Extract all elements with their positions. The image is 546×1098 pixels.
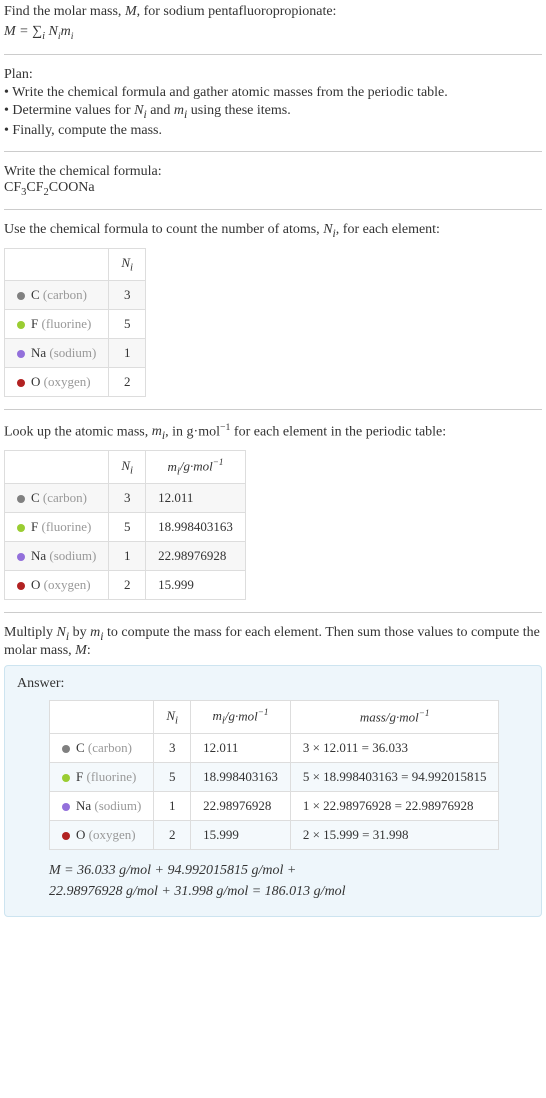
divider	[4, 612, 542, 613]
element-dot-icon	[17, 524, 25, 532]
count-section: Use the chemical formula to count the nu…	[4, 222, 542, 396]
m-cell: 12.011	[191, 733, 291, 762]
table-row: O (oxygen) 2 15.999	[5, 571, 246, 600]
intro-formula: M = ∑i Nimi	[4, 24, 542, 42]
element-cell: C (carbon)	[5, 280, 109, 309]
mass-heading: Look up the atomic mass, mi, in g·mol−1 …	[4, 422, 542, 442]
answer-header-ni: Ni	[154, 700, 191, 733]
n-cell: 3	[109, 484, 146, 513]
mass-header-blank	[5, 451, 109, 484]
element-cell: O (oxygen)	[5, 571, 109, 600]
table-row: Na (sodium) 1 22.98976928	[5, 542, 246, 571]
table-row: Na (sodium) 1 22.98976928 1 × 22.9897692…	[50, 791, 499, 820]
n-cell: 1	[109, 338, 146, 367]
n-cell: 2	[109, 571, 146, 600]
element-dot-icon	[17, 379, 25, 387]
table-row: F (fluorine) 5	[5, 309, 146, 338]
table-row: Na (sodium) 1	[5, 338, 146, 367]
divider	[4, 54, 542, 55]
final-result: M = 36.033 g/mol + 94.992015815 g/mol + …	[49, 860, 529, 902]
element-cell: O (oxygen)	[5, 367, 109, 396]
chem-formula-heading: Write the chemical formula:	[4, 164, 542, 180]
table-row: F (fluorine) 5 18.998403163	[5, 513, 246, 542]
table-row: C (carbon) 3	[5, 280, 146, 309]
mass-table: Ni mi/g·mol−1 C (carbon) 3 12.011 F (flu…	[4, 450, 246, 600]
element-cell: O (oxygen)	[50, 820, 154, 849]
plan-heading: Plan:	[4, 67, 542, 83]
table-row: F (fluorine) 5 18.998403163 5 × 18.99840…	[50, 762, 499, 791]
element-cell: F (fluorine)	[5, 309, 109, 338]
n-cell: 5	[154, 762, 191, 791]
element-dot-icon	[62, 803, 70, 811]
m-cell: 12.011	[146, 484, 246, 513]
element-cell: Na (sodium)	[5, 338, 109, 367]
count-heading: Use the chemical formula to count the nu…	[4, 222, 542, 240]
divider	[4, 209, 542, 210]
element-dot-icon	[17, 582, 25, 590]
element-dot-icon	[17, 495, 25, 503]
n-cell: 2	[109, 367, 146, 396]
chem-formula: CF3CF2COONa	[4, 180, 542, 198]
mass-section: Look up the atomic mass, mi, in g·mol−1 …	[4, 422, 542, 600]
m-cell: 22.98976928	[146, 542, 246, 571]
plan-item: Write the chemical formula and gather at…	[4, 85, 542, 101]
answer-header-mass: mass/g·mol−1	[290, 700, 499, 733]
element-dot-icon	[17, 350, 25, 358]
element-cell: F (fluorine)	[50, 762, 154, 791]
n-cell: 1	[154, 791, 191, 820]
m-cell: 18.998403163	[146, 513, 246, 542]
n-cell: 5	[109, 309, 146, 338]
mass-cell: 5 × 18.998403163 = 94.992015815	[290, 762, 499, 791]
element-cell: F (fluorine)	[5, 513, 109, 542]
divider	[4, 151, 542, 152]
intro-section: Find the molar mass, M, for sodium penta…	[4, 4, 542, 42]
element-cell: Na (sodium)	[5, 542, 109, 571]
count-header-blank	[5, 249, 109, 281]
element-dot-icon	[17, 553, 25, 561]
count-table: Ni C (carbon) 3 F (fluorine) 5 Na (sodiu…	[4, 248, 146, 397]
n-cell: 3	[154, 733, 191, 762]
element-dot-icon	[17, 292, 25, 300]
element-cell: C (carbon)	[50, 733, 154, 762]
table-row: C (carbon) 3 12.011 3 × 12.011 = 36.033	[50, 733, 499, 762]
mass-cell: 2 × 15.999 = 31.998	[290, 820, 499, 849]
mass-cell: 3 × 12.011 = 36.033	[290, 733, 499, 762]
answer-box: Answer: Ni mi/g·mol−1 mass/g·mol−1 C (ca…	[4, 665, 542, 917]
element-dot-icon	[62, 774, 70, 782]
multiply-heading: Multiply Ni by mi to compute the mass fo…	[4, 625, 542, 659]
mass-header-ni: Ni	[109, 451, 146, 484]
divider	[4, 409, 542, 410]
table-row: O (oxygen) 2 15.999 2 × 15.999 = 31.998	[50, 820, 499, 849]
answer-label: Answer:	[17, 676, 529, 692]
m-cell: 15.999	[146, 571, 246, 600]
n-cell: 2	[154, 820, 191, 849]
element-dot-icon	[62, 745, 70, 753]
mass-header-mi: mi/g·mol−1	[146, 451, 246, 484]
n-cell: 1	[109, 542, 146, 571]
element-dot-icon	[17, 321, 25, 329]
count-header-ni: Ni	[109, 249, 146, 281]
plan-list: Write the chemical formula and gather at…	[4, 85, 542, 139]
answer-table: Ni mi/g·mol−1 mass/g·mol−1 C (carbon) 3 …	[49, 700, 499, 850]
table-row: C (carbon) 3 12.011	[5, 484, 246, 513]
plan-section: Plan: Write the chemical formula and gat…	[4, 67, 542, 139]
n-cell: 5	[109, 513, 146, 542]
answer-header-blank	[50, 700, 154, 733]
answer-header-mi: mi/g·mol−1	[191, 700, 291, 733]
chem-formula-section: Write the chemical formula: CF3CF2COONa	[4, 164, 542, 198]
element-dot-icon	[62, 832, 70, 840]
m-cell: 15.999	[191, 820, 291, 849]
table-row: O (oxygen) 2	[5, 367, 146, 396]
m-cell: 18.998403163	[191, 762, 291, 791]
mass-cell: 1 × 22.98976928 = 22.98976928	[290, 791, 499, 820]
intro-line: Find the molar mass, M, for sodium penta…	[4, 4, 542, 20]
multiply-section: Multiply Ni by mi to compute the mass fo…	[4, 625, 542, 659]
m-cell: 22.98976928	[191, 791, 291, 820]
plan-item: Finally, compute the mass.	[4, 123, 542, 139]
plan-item: Determine values for Ni and mi using the…	[4, 103, 542, 121]
element-cell: Na (sodium)	[50, 791, 154, 820]
n-cell: 3	[109, 280, 146, 309]
element-cell: C (carbon)	[5, 484, 109, 513]
